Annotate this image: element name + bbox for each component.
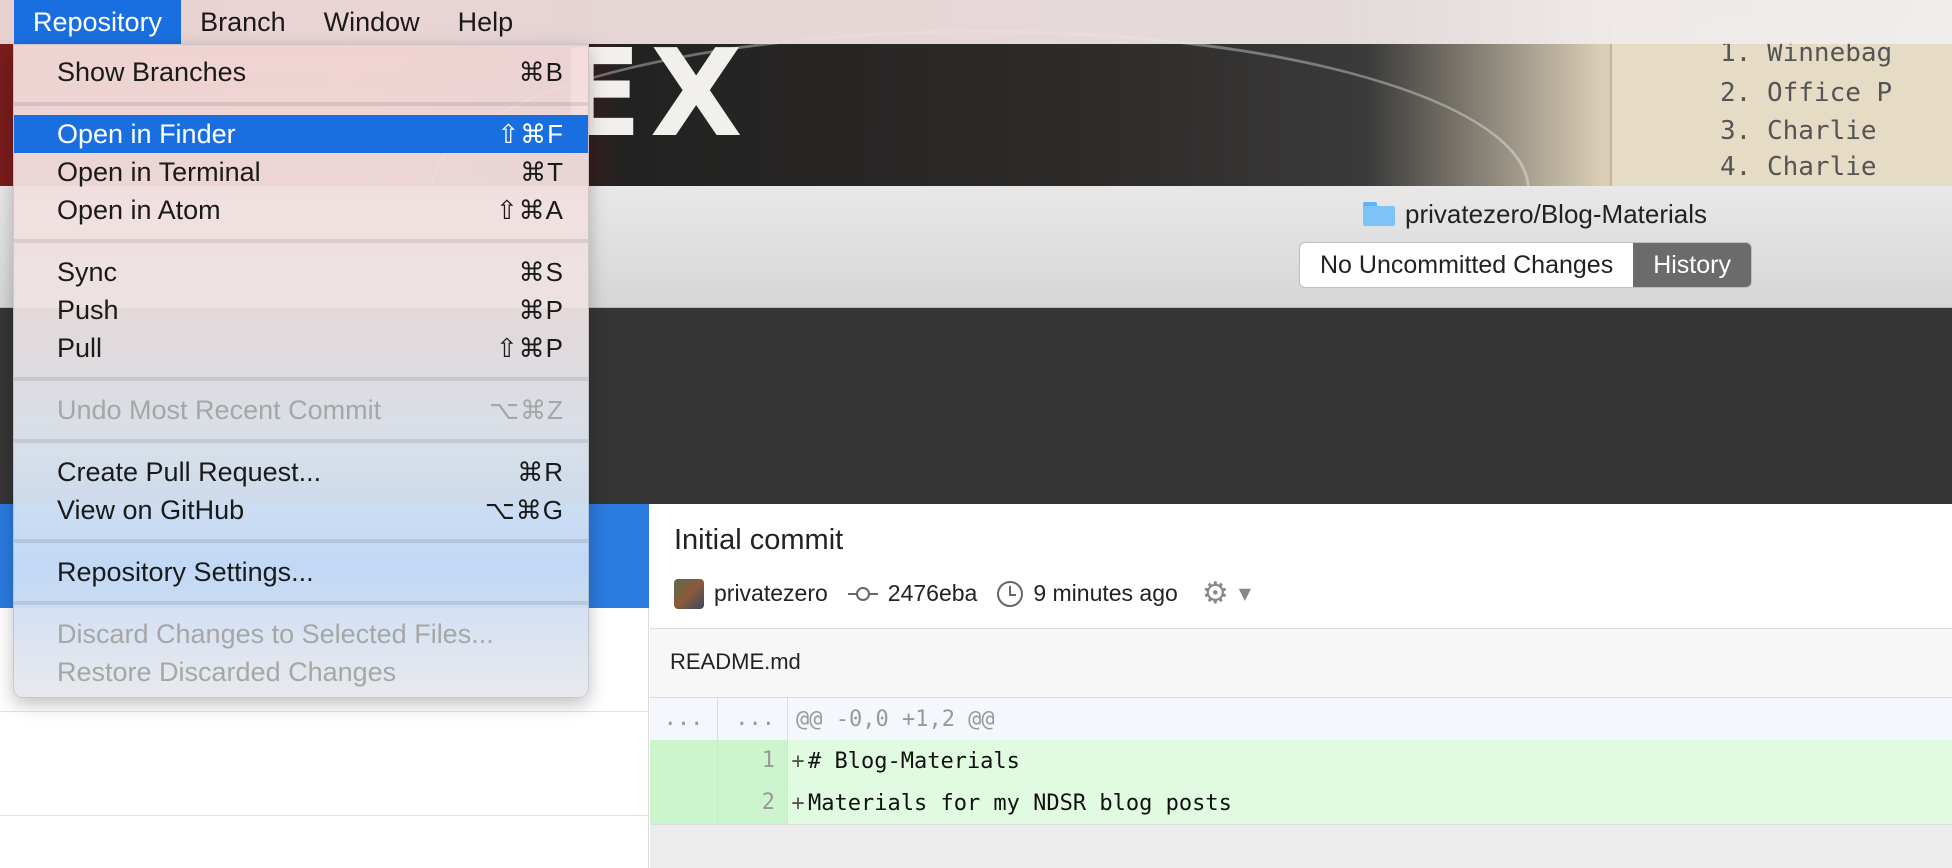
menu-item-repository-settings[interactable]: Repository Settings... <box>14 553 588 591</box>
menu-item-shortcut: ⌘S <box>518 256 564 287</box>
file-name[interactable]: README.md <box>670 649 801 675</box>
diff-old-line-number <box>650 782 718 824</box>
menu-item-open-in-atom[interactable]: Open in Atom ⇧⌘A <box>14 191 588 229</box>
menu-bar: Repository Branch Window Help <box>0 0 1952 44</box>
tab-uncommitted-changes[interactable]: No Uncommitted Changes <box>1300 243 1633 287</box>
menu-separator <box>14 102 588 106</box>
menu-item-shortcut: ⇧⌘A <box>495 194 564 225</box>
commit-icon <box>847 586 878 602</box>
menu-separator <box>14 539 588 543</box>
menu-item-view-on-github[interactable]: View on GitHub ⌥⌘G <box>14 491 588 529</box>
menu-item-open-in-terminal[interactable]: Open in Terminal ⌘T <box>14 153 588 191</box>
diff-line-added[interactable]: 1 + # Blog-Materials <box>650 740 1952 782</box>
file-header: README.md <box>650 628 1952 698</box>
menu-item-shortcut: ⌘B <box>518 56 564 87</box>
diff-hunk-text: @@ -0,0 +1,2 @@ <box>796 706 995 732</box>
clock-icon <box>997 580 1024 607</box>
diff-code: # Blog-Materials <box>808 748 1020 774</box>
menu-item-label: Create Pull Request... <box>57 456 322 487</box>
menu-item-create-pull-request[interactable]: Create Pull Request... ⌘R <box>14 453 588 491</box>
diff-old-line-number <box>650 740 718 782</box>
chevron-down-icon[interactable]: ▼ <box>1239 584 1251 603</box>
diff-line-added[interactable]: 2 + Materials for my NDSR blog posts <box>650 782 1952 824</box>
menu-item-label: Push <box>57 294 119 325</box>
menu-item-show-branches[interactable]: Show Branches ⌘B <box>14 53 588 91</box>
tab-history[interactable]: History <box>1633 243 1751 287</box>
menu-item-label: Repository Settings... <box>57 556 314 587</box>
diff-new-line-number: 2 <box>718 782 788 824</box>
menubar-branch[interactable]: Branch <box>181 0 305 44</box>
menu-separator <box>14 239 588 243</box>
gear-icon[interactable]: ⚙ <box>1202 576 1229 611</box>
menu-item-shortcut: ⇧⌘P <box>495 332 564 363</box>
diff-new-line-number: 1 <box>718 740 788 782</box>
commit-author[interactable]: privatezero <box>714 580 828 607</box>
commit-detail: Initial commit privatezero 2476eba 9 min… <box>650 504 1952 868</box>
menu-separator <box>14 601 588 605</box>
diff-hunk-header: ... ... @@ -0,0 +1,2 @@ <box>650 698 1952 740</box>
commit-title: Initial commit <box>674 524 844 556</box>
menu-item-label: Pull <box>57 332 103 363</box>
menubar-window[interactable]: Window <box>305 0 439 44</box>
diff-sign: + <box>791 790 805 816</box>
menu-separator <box>14 377 588 381</box>
menu-item-label: Restore Discarded Changes <box>57 656 397 687</box>
repo-title: privatezero/Blog-Materials <box>1363 194 1707 234</box>
diff-view: ... ... @@ -0,0 +1,2 @@ 1 + # Blog-Mater… <box>650 698 1952 824</box>
menu-item-open-in-finder[interactable]: Open in Finder ⇧⌘F <box>14 115 588 153</box>
menu-item-label: Open in Atom <box>57 194 221 225</box>
menu-separator <box>14 439 588 443</box>
wallpaper-line: 3. Charlie <box>1720 116 1877 146</box>
commit-meta: privatezero 2476eba 9 minutes ago ⚙ ▼ <box>674 576 1251 611</box>
diff-sign: + <box>791 748 805 774</box>
menu-item-undo-commit: Undo Most Recent Commit ⌥⌘Z <box>14 391 588 429</box>
diff-code: Materials for my NDSR blog posts <box>808 790 1232 816</box>
avatar <box>674 578 704 609</box>
menu-item-shortcut: ⇧⌘F <box>497 118 564 149</box>
menu-item-discard-changes: Discard Changes to Selected Files... <box>14 615 588 653</box>
menu-item-label: Show Branches <box>57 56 247 87</box>
menu-item-pull[interactable]: Pull ⇧⌘P <box>14 329 588 367</box>
menu-item-shortcut: ⌘P <box>518 294 564 325</box>
menubar-repository[interactable]: Repository <box>14 0 182 44</box>
menu-item-restore-discarded: Restore Discarded Changes <box>14 653 588 691</box>
menu-item-label: Open in Terminal <box>57 156 261 187</box>
menu-item-label: Open in Finder <box>57 118 236 149</box>
menu-item-label: View on GitHub <box>57 494 245 525</box>
list-divider <box>0 711 649 712</box>
menu-item-push[interactable]: Push ⌘P <box>14 291 588 329</box>
menu-item-shortcut: ⌘R <box>517 456 564 487</box>
menu-item-label: Undo Most Recent Commit <box>57 394 382 425</box>
menu-item-sync[interactable]: Sync ⌘S <box>14 253 588 291</box>
repo-title-label: privatezero/Blog-Materials <box>1405 198 1708 229</box>
menubar-help[interactable]: Help <box>439 0 533 44</box>
wallpaper-line: 2. Office P <box>1720 78 1893 108</box>
diff-new-line-number: ... <box>718 698 788 740</box>
menu-item-shortcut: ⌥⌘G <box>484 494 564 525</box>
wallpaper-line: 4. Charlie <box>1720 152 1877 182</box>
view-switcher: No Uncommitted Changes History <box>1299 242 1752 288</box>
menu-item-label: Discard Changes to Selected Files... <box>57 618 494 649</box>
menu-item-label: Sync <box>57 256 118 287</box>
commit-sha[interactable]: 2476eba <box>888 580 978 607</box>
repository-menu: Show Branches ⌘B Open in Finder ⇧⌘F Open… <box>13 44 589 698</box>
diff-footer <box>650 824 1952 868</box>
folder-icon <box>1363 202 1395 226</box>
menu-item-shortcut: ⌥⌘Z <box>489 394 564 425</box>
menu-item-shortcut: ⌘T <box>520 156 564 187</box>
commit-time: 9 minutes ago <box>1033 580 1178 606</box>
diff-old-line-number: ... <box>650 698 718 740</box>
list-divider <box>0 815 649 816</box>
